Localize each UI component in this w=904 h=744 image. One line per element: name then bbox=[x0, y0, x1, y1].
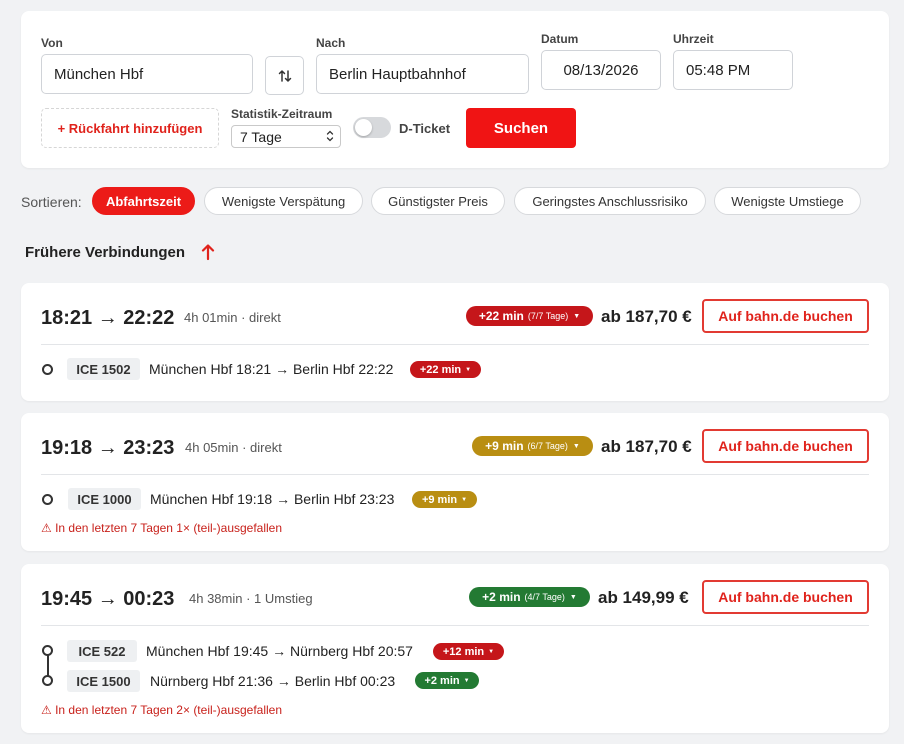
statistik-value: 7 Tage bbox=[240, 128, 282, 145]
delay-badge[interactable]: +2 min (4/7 Tage) ▼ bbox=[469, 587, 590, 607]
leg-route: München Hbf 19:45 → Nürnberg Hbf 20:57 bbox=[146, 643, 413, 659]
nach-input[interactable]: Berlin Hauptbahnhof bbox=[316, 54, 529, 94]
add-return-trip-button[interactable]: + Rückfahrt hinzufügen bbox=[41, 108, 219, 148]
connection-card: 19:45 → 00:23 4h 38min · 1 Umstieg +2 mi… bbox=[21, 564, 889, 733]
price: ab 187,70 € bbox=[601, 437, 692, 456]
leg-route: Nürnberg Hbf 21:36 → Berlin Hbf 00:23 bbox=[150, 673, 396, 689]
train-badge: ICE 1502 bbox=[67, 358, 140, 380]
statistik-label: Statistik-Zeitraum bbox=[231, 107, 333, 121]
book-button[interactable]: Auf bahn.de buchen bbox=[702, 429, 869, 463]
leg-delay-value: +2 min bbox=[424, 674, 460, 687]
caret-down-icon: ▼ bbox=[569, 593, 577, 601]
leg-delay-value: +9 min bbox=[421, 493, 458, 506]
delay-badge-value: +2 min bbox=[482, 590, 521, 604]
connection-card: 19:18 → 23:23 4h 05min · direkt +9 min (… bbox=[21, 413, 889, 551]
caret-down-icon: ▼ bbox=[573, 312, 581, 320]
sort-option-wenigste-umstiege[interactable]: Wenigste Umstiege bbox=[714, 187, 861, 215]
search-card: Von München Hbf Nach Berlin Hauptbahnhof… bbox=[21, 11, 889, 168]
leg-route: München Hbf 19:18 → Berlin Hbf 23:23 bbox=[150, 491, 395, 507]
uhrzeit-input[interactable]: 05:48 PM bbox=[673, 50, 793, 90]
delay-badge-days: (6/7 Tage) bbox=[527, 441, 568, 451]
leg-delay-badge[interactable]: +12 min ▼ bbox=[433, 643, 504, 660]
book-button[interactable]: Auf bahn.de buchen bbox=[702, 580, 869, 614]
train-badge: ICE 1000 bbox=[68, 488, 141, 510]
connection-meta: 4h 01min · direkt bbox=[184, 310, 281, 325]
sort-option-guenstigster-preis[interactable]: Günstigster Preis bbox=[371, 187, 505, 215]
delay-badge[interactable]: +22 min (7/7 Tage) ▼ bbox=[466, 306, 593, 326]
caret-down-icon: ▼ bbox=[461, 496, 468, 503]
delay-badge-value: +9 min bbox=[485, 439, 524, 453]
book-button[interactable]: Auf bahn.de buchen bbox=[702, 299, 869, 333]
cancellation-warning: ⚠ In den letzten 7 Tagen 2× (teil-)ausge… bbox=[41, 703, 283, 717]
datum-input[interactable]: 08/13/2026 bbox=[541, 50, 661, 90]
von-input[interactable]: München Hbf bbox=[41, 54, 253, 94]
uhrzeit-label: Uhrzeit bbox=[673, 32, 714, 46]
swap-stations-button[interactable] bbox=[265, 56, 304, 95]
caret-down-icon: ▼ bbox=[465, 366, 472, 373]
cancellation-warning: ⚠ In den letzten 7 Tagen 1× (teil-)ausge… bbox=[41, 521, 283, 535]
sort-option-abfahrtszeit[interactable]: Abfahrtszeit bbox=[92, 187, 195, 215]
price: ab 149,99 € bbox=[598, 588, 689, 607]
connection-meta: 4h 38min · 1 Umstieg bbox=[189, 591, 313, 606]
search-button[interactable]: Suchen bbox=[466, 108, 576, 148]
price: ab 187,70 € bbox=[601, 307, 692, 326]
connection-card: 18:21 → 22:22 4h 01min · direkt +22 min … bbox=[21, 283, 889, 401]
dticket-label: D-Ticket bbox=[399, 121, 451, 136]
stop-marker-icon bbox=[42, 494, 53, 505]
caret-down-icon: ▼ bbox=[488, 648, 495, 655]
train-badge: ICE 1500 bbox=[67, 670, 140, 692]
delay-badge-value: +22 min bbox=[478, 309, 524, 323]
train-badge: ICE 522 bbox=[67, 640, 137, 662]
statistik-select[interactable]: 7 Tage bbox=[231, 125, 341, 148]
divider bbox=[41, 474, 869, 475]
swap-icon bbox=[278, 69, 291, 82]
caret-down-icon: ▼ bbox=[572, 442, 580, 450]
leg-delay-badge[interactable]: +2 min ▼ bbox=[415, 672, 479, 689]
von-label: Von bbox=[41, 36, 63, 50]
sort-label: Sortieren: bbox=[21, 194, 82, 210]
stop-marker-icon bbox=[42, 675, 53, 686]
connection-times: 18:21 → 22:22 bbox=[41, 307, 175, 329]
delay-badge-days: (7/7 Tage) bbox=[527, 311, 569, 321]
select-chevron-icon bbox=[326, 130, 334, 142]
stop-marker-icon bbox=[42, 645, 53, 656]
delay-badge-days: (4/7 Tage) bbox=[524, 592, 565, 602]
divider bbox=[41, 625, 869, 626]
leg-route: München Hbf 18:21 → Berlin Hbf 22:22 bbox=[149, 361, 394, 377]
toggle-knob bbox=[355, 119, 372, 136]
nach-label: Nach bbox=[316, 36, 346, 50]
dticket-toggle[interactable] bbox=[353, 117, 391, 138]
leg-delay-value: +12 min bbox=[442, 645, 485, 658]
leg-delay-value: +22 min bbox=[419, 363, 462, 376]
arrow-up-icon bbox=[201, 244, 215, 261]
caret-down-icon: ▼ bbox=[463, 677, 470, 684]
sort-option-geringstes-anschlussrisiko[interactable]: Geringstes Anschlussrisiko bbox=[514, 187, 706, 215]
leg-delay-badge[interactable]: +9 min ▼ bbox=[412, 491, 477, 508]
stop-marker-icon bbox=[42, 364, 53, 375]
earlier-connections-link[interactable]: Frühere Verbindungen bbox=[25, 244, 185, 261]
connection-times: 19:18 → 23:23 bbox=[41, 437, 175, 459]
connection-times: 19:45 → 00:23 bbox=[41, 588, 175, 610]
sort-option-wenigste-verspaetung[interactable]: Wenigste Verspätung bbox=[204, 187, 363, 215]
datum-label: Datum bbox=[541, 32, 579, 46]
divider bbox=[41, 344, 869, 345]
connection-meta: 4h 05min · direkt bbox=[185, 440, 282, 455]
leg-delay-badge[interactable]: +22 min ▼ bbox=[410, 361, 481, 378]
delay-badge[interactable]: +9 min (6/7 Tage) ▼ bbox=[472, 436, 593, 456]
